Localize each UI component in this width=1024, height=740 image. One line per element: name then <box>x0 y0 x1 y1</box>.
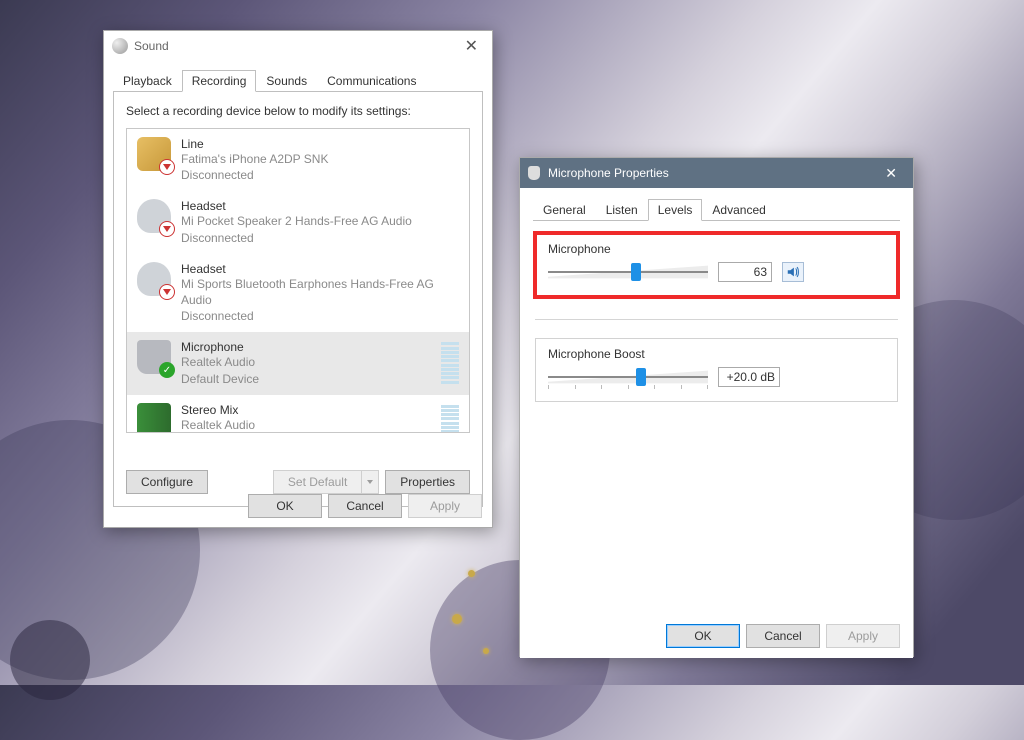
device-sub: Realtek Audio <box>181 417 255 433</box>
sound-title: Sound <box>134 39 169 53</box>
boost-slider[interactable] <box>548 367 708 387</box>
device-row-line[interactable]: LineFatima's iPhone A2DP SNKDisconnected <box>127 129 469 191</box>
instruction-text: Select a recording device below to modif… <box>126 104 470 118</box>
line-icon <box>137 137 171 171</box>
set-default-split-button: Set Default <box>273 470 379 494</box>
device-status: Disconnected <box>181 230 412 246</box>
device-row-headset[interactable]: HeadsetMi Sports Bluetooth Earphones Han… <box>127 254 469 333</box>
microphone-icon <box>528 166 540 180</box>
levels-panel: Microphone Microphone Boost <box>533 220 900 610</box>
tab-listen[interactable]: Listen <box>596 199 648 221</box>
tab-playback[interactable]: Playback <box>113 70 182 92</box>
device-name: Stereo Mix <box>181 403 255 417</box>
ok-button[interactable]: OK <box>666 624 740 648</box>
device-status: Disconnected <box>181 167 328 183</box>
sound-titlebar[interactable]: Sound ✕ <box>104 31 492 61</box>
microphone-level-group: Microphone <box>535 233 898 297</box>
sound-tabs: Playback Recording Sounds Communications <box>104 61 492 91</box>
device-status: Default Device <box>181 371 259 387</box>
props-titlebar[interactable]: Microphone Properties ✕ <box>520 158 913 188</box>
device-row-mix[interactable]: Stereo MixRealtek AudioReady <box>127 395 469 433</box>
tab-communications[interactable]: Communications <box>317 70 426 92</box>
speaker-icon[interactable] <box>782 262 804 282</box>
ok-button[interactable]: OK <box>248 494 322 518</box>
boost-label: Microphone Boost <box>548 347 885 361</box>
properties-button[interactable]: Properties <box>385 470 470 494</box>
props-tabs: General Listen Levels Advanced <box>520 188 913 220</box>
tab-levels[interactable]: Levels <box>648 199 703 221</box>
cancel-button[interactable]: Cancel <box>328 494 402 518</box>
device-name: Headset <box>181 199 412 213</box>
device-name: Headset <box>181 262 459 276</box>
tab-advanced[interactable]: Advanced <box>702 199 775 221</box>
headset-icon <box>137 199 171 233</box>
device-sub: Mi Sports Bluetooth Earphones Hands-Free… <box>181 276 459 308</box>
level-meter <box>441 403 459 433</box>
props-dialog-buttons: OK Cancel Apply <box>666 624 900 648</box>
tab-recording[interactable]: Recording <box>182 70 257 92</box>
tab-general[interactable]: General <box>533 199 596 221</box>
close-icon[interactable]: ✕ <box>459 34 484 58</box>
microphone-value-input[interactable] <box>718 262 772 282</box>
device-sub: Fatima's iPhone A2DP SNK <box>181 151 328 167</box>
device-row-mic[interactable]: MicrophoneRealtek AudioDefault Device <box>127 332 469 394</box>
mic-icon <box>137 340 171 374</box>
recording-panel: Select a recording device below to modif… <box>113 91 483 507</box>
device-list[interactable]: LineFatima's iPhone A2DP SNKDisconnected… <box>126 128 470 433</box>
device-text: Stereo MixRealtek AudioReady <box>181 403 255 433</box>
cancel-button[interactable]: Cancel <box>746 624 820 648</box>
device-name: Microphone <box>181 340 259 354</box>
apply-button: Apply <box>826 624 900 648</box>
apply-button: Apply <box>408 494 482 518</box>
tab-sounds[interactable]: Sounds <box>256 70 317 92</box>
device-status: Disconnected <box>181 308 459 324</box>
mix-icon <box>137 403 171 433</box>
microphone-label: Microphone <box>548 242 885 256</box>
device-name: Line <box>181 137 328 151</box>
boost-value-input[interactable] <box>718 367 780 387</box>
panel-button-row: Configure Set Default Properties <box>126 470 470 494</box>
sound-dialog-buttons: OK Cancel Apply <box>248 494 482 518</box>
props-title: Microphone Properties <box>548 166 669 180</box>
slider-thumb[interactable] <box>631 263 641 281</box>
mic-properties-dialog: Microphone Properties ✕ General Listen L… <box>519 157 914 657</box>
device-text: MicrophoneRealtek AudioDefault Device <box>181 340 259 386</box>
device-text: HeadsetMi Sports Bluetooth Earphones Han… <box>181 262 459 325</box>
microphone-boost-group: Microphone Boost <box>535 338 898 402</box>
headset-icon <box>137 262 171 296</box>
level-meter <box>441 340 459 386</box>
microphone-slider[interactable] <box>548 262 708 282</box>
sound-dialog: Sound ✕ Playback Recording Sounds Commun… <box>103 30 493 528</box>
device-text: LineFatima's iPhone A2DP SNKDisconnected <box>181 137 328 183</box>
set-default-button: Set Default <box>273 470 361 494</box>
device-sub: Mi Pocket Speaker 2 Hands-Free AG Audio <box>181 213 412 229</box>
sound-icon <box>112 38 128 54</box>
device-row-headset[interactable]: HeadsetMi Pocket Speaker 2 Hands-Free AG… <box>127 191 469 253</box>
set-default-dropdown <box>361 470 379 494</box>
close-icon[interactable]: ✕ <box>877 161 905 186</box>
slider-thumb[interactable] <box>636 368 646 386</box>
divider <box>535 319 898 320</box>
configure-button[interactable]: Configure <box>126 470 208 494</box>
device-sub: Realtek Audio <box>181 354 259 370</box>
device-text: HeadsetMi Pocket Speaker 2 Hands-Free AG… <box>181 199 412 245</box>
